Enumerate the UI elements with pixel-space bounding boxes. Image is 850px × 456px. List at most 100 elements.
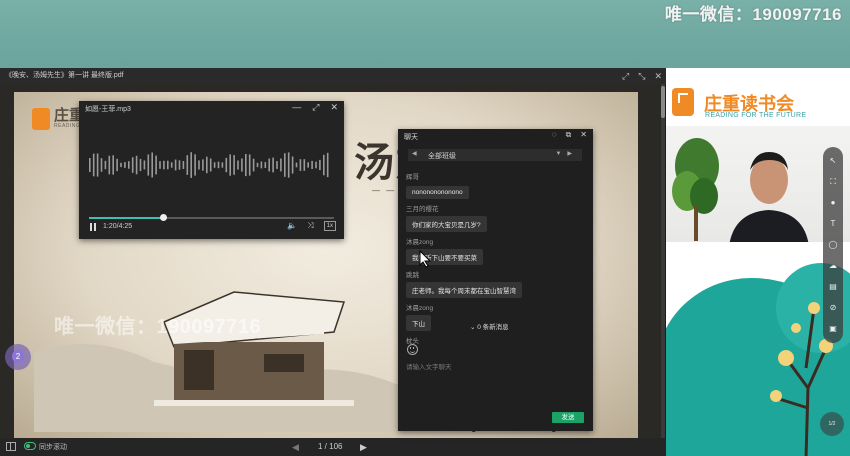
sync-scroll-label: 同步滚动 [39, 444, 67, 451]
message-author: 沐晨zong [406, 305, 434, 312]
audio-progress-fill [89, 217, 163, 219]
waveform-bar [233, 155, 235, 175]
maximize-icon[interactable]: ⤡ [638, 68, 645, 84]
chat-panel: 聊天 ◌ ⧉ ✕ ◀ 全部班级 ▼▶ 辉哥 nonononononono 三月的… [398, 129, 593, 431]
waveform-bar [159, 161, 161, 169]
select-tool-icon[interactable]: ⛶ [828, 178, 838, 186]
close-icon[interactable]: ✕ [330, 102, 338, 113]
page-counter: 1 / 106 [318, 442, 343, 451]
waveform-bar [311, 160, 313, 169]
shape-tool-icon[interactable]: ◯ [828, 241, 838, 249]
waveform-bar [319, 159, 321, 171]
waveform-bar [295, 162, 298, 168]
waveform-bar [131, 157, 134, 173]
chat-bubble-icon[interactable]: ◌ [552, 130, 557, 140]
send-button[interactable]: 发送 [552, 412, 584, 423]
minimize-icon[interactable]: — [292, 102, 301, 113]
message-author: 沐晨zong [406, 239, 434, 246]
floating-avatar-icon[interactable]: 2 [5, 344, 31, 370]
window-controls: ⤢ ⤡ ✕ [622, 68, 662, 84]
viewer-title: 《晚安、汤姆先生》第一讲 最终版.pdf [5, 72, 124, 79]
waveform-bar [241, 158, 243, 172]
audio-progress-knob[interactable] [159, 214, 167, 221]
close-icon[interactable]: ✕ [580, 130, 587, 140]
waveform-bar [174, 159, 177, 171]
waveform-bar [225, 157, 228, 173]
class-selector[interactable]: ◀ 全部班级 ▼▶ [408, 149, 582, 161]
audio-time: 1:20/4:25 [103, 223, 133, 230]
chat-message: 辉哥 nonononononono [406, 171, 586, 199]
waveform-bar [237, 160, 239, 170]
class-selector-label: 全部班级 [428, 153, 456, 160]
waveform-bar [100, 158, 103, 172]
waveform-bar [89, 158, 91, 172]
waveform-bar [124, 162, 126, 168]
waveform-bar [268, 158, 270, 172]
speed-button[interactable]: 1x [323, 221, 336, 231]
waveform-bar [323, 154, 325, 176]
waveform-bar [303, 159, 306, 171]
popout-icon[interactable]: ⧉ [566, 130, 572, 140]
waveform-bar [147, 154, 150, 176]
brand-tagline: READING FOR THE FUTURE [705, 112, 807, 119]
floating-avatar-badge: 2 [12, 350, 24, 363]
waveform-bar [217, 161, 220, 169]
waveform-bar [256, 162, 259, 168]
waveform-icon [89, 152, 329, 178]
waveform-bar [198, 160, 200, 170]
waveform-bar [167, 160, 169, 170]
waveform-bar [264, 162, 267, 168]
new-messages-indicator[interactable]: ⌄ 0 条新消息 [470, 321, 509, 331]
watermark: 唯一微信：190097716 [664, 5, 842, 24]
cloud-tool-icon[interactable]: ☁ [828, 262, 838, 270]
waveform-bar [315, 161, 317, 169]
board-tool-icon[interactable]: ▤ [828, 283, 838, 291]
scrollbar-thumb[interactable] [661, 86, 665, 118]
emoji-icon[interactable] [407, 344, 418, 355]
waveform-bar [287, 152, 290, 178]
viewer-statusbar: 同步滚动 ◀ 1 / 106 ▶ [0, 438, 666, 456]
scrollbar[interactable] [661, 84, 665, 438]
eraser-tool-icon[interactable]: ⊘ [828, 304, 838, 312]
audio-progress-bar[interactable] [89, 214, 334, 221]
new-messages-label: 0 条新消息 [477, 324, 509, 331]
waveform-bar [213, 162, 216, 168]
chat-input[interactable]: 请输入文字聊天 [406, 361, 452, 371]
screenshot-tool-icon[interactable]: ▣ [828, 325, 838, 333]
brush-tool-icon[interactable]: ● [828, 199, 838, 207]
pause-icon[interactable] [89, 223, 97, 231]
chevron-left-icon[interactable]: ◀ [412, 150, 417, 157]
waveform-bar [248, 154, 251, 176]
prev-page-icon[interactable]: ◀ [292, 442, 299, 453]
waveform-bar [112, 155, 114, 175]
waveform-bar [276, 161, 278, 169]
next-page-icon[interactable]: ▶ [360, 442, 367, 453]
audio-extra-controls: 🔈 ⤨ 1x [287, 221, 336, 231]
message-author: 三月的樱花 [406, 206, 439, 213]
chevron-right-icon[interactable]: ▼▶ [555, 150, 578, 157]
message-text: 下山 [406, 315, 431, 331]
volume-icon[interactable]: 🔈 [287, 221, 297, 231]
brand-logo-icon [672, 88, 694, 116]
pointer-tool-icon[interactable]: ↖ [828, 157, 838, 165]
waveform-bar [108, 155, 111, 175]
waveform-bar [155, 155, 157, 175]
audio-window-controls: — ⤢ ✕ [292, 102, 338, 113]
sync-scroll-toggle[interactable] [24, 442, 36, 450]
shuffle-icon[interactable]: ⤨ [307, 221, 313, 231]
waveform-bar [151, 152, 153, 178]
sidebar-toggle-icon[interactable] [6, 442, 16, 451]
slide-counter-button[interactable]: 1/2 [820, 412, 844, 436]
waveform-bar [139, 158, 142, 172]
message-list: 辉哥 nonononononono 三月的樱花 你们家的大宝贝是几岁? 沐晨zo… [406, 167, 586, 345]
chat-header-controls: ◌ ⧉ ✕ [552, 130, 587, 140]
chat-message: 枕头 [406, 335, 586, 345]
message-author: 辉哥 [406, 174, 419, 181]
restore-icon[interactable]: ⤢ [622, 68, 629, 84]
slide-dashes: — — [372, 186, 397, 195]
waveform-bar [178, 160, 181, 170]
message-text: 你们家的大宝贝是几岁? [406, 216, 487, 232]
text-tool-icon[interactable]: T [828, 220, 838, 228]
close-icon[interactable]: ✕ [654, 68, 662, 84]
expand-icon[interactable]: ⤢ [312, 102, 319, 113]
